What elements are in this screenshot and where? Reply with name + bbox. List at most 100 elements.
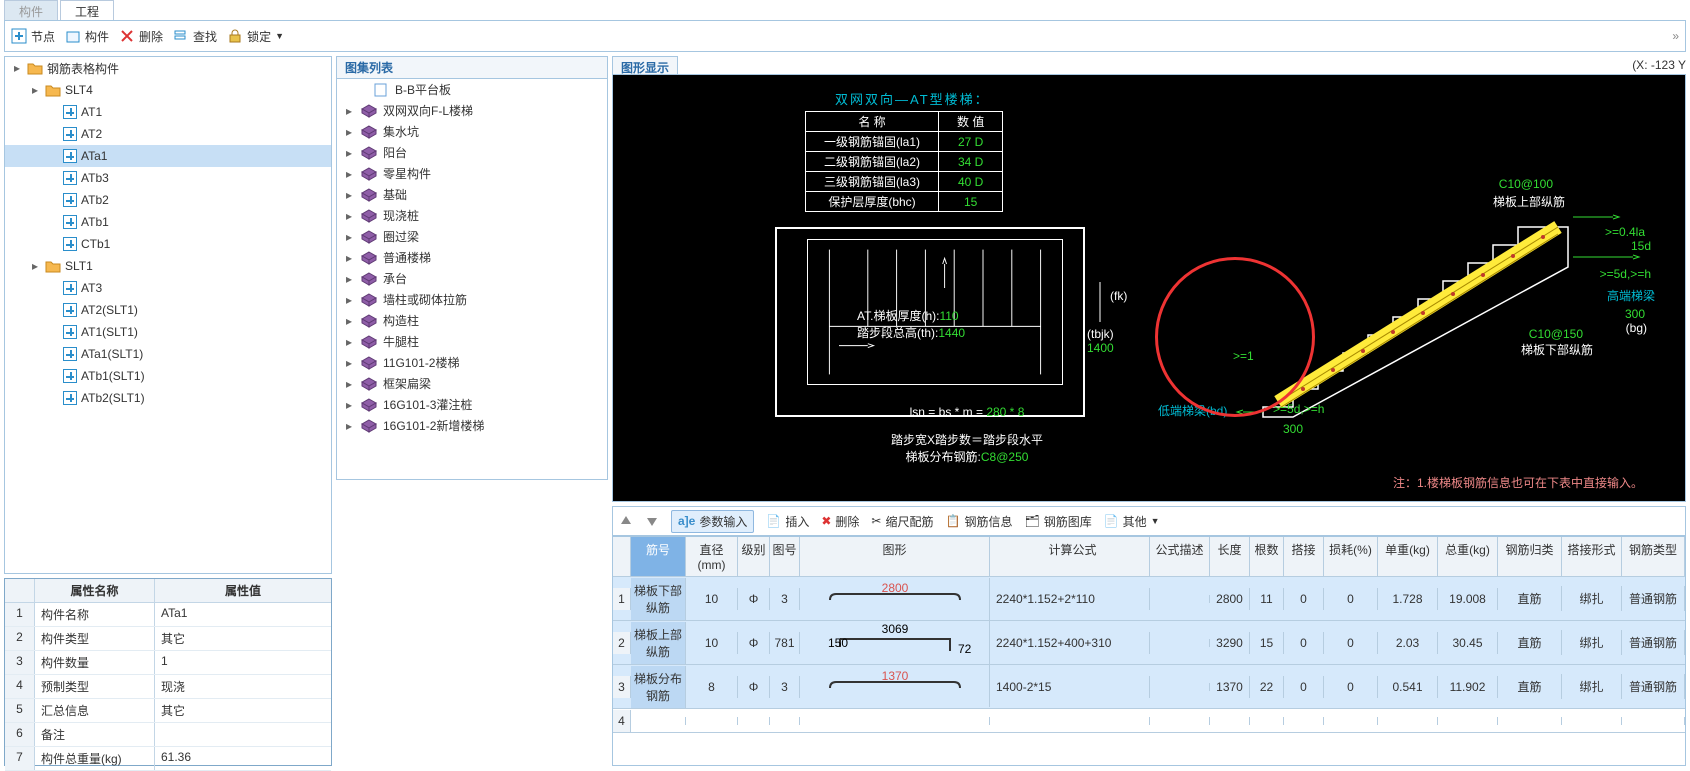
lib-item[interactable]: ▸ 承台 (337, 268, 607, 289)
chevron-collapse-icon[interactable]: » (1672, 29, 1679, 43)
caret-icon: ▸ (343, 335, 355, 349)
table-row[interactable]: 3 梯板分布钢筋 8 Φ 3 1370 1400-2*15 137022 00 … (613, 665, 1685, 709)
prop-row[interactable]: 7构件总重量(kg)61.36 (5, 747, 331, 771)
lib-item[interactable]: ▸ 双网双向F-L楼梯 (337, 100, 607, 121)
caret-icon: ▸ (11, 61, 23, 75)
table-row[interactable]: 2 梯板上部纵筋 10 Φ 781 3069 15072 2240*1.152+… (613, 621, 1685, 665)
other-button[interactable]: 📄其他▼ (1104, 513, 1160, 530)
lock-button[interactable]: 锁定 ▼ (227, 28, 284, 45)
tree-item[interactable]: AT1 (5, 101, 331, 123)
rebar-shape-icon: 2800 (800, 578, 990, 619)
tree-group-slt4[interactable]: ▸ SLT4 (5, 79, 331, 101)
lib-item-label: 16G101-3灌注桩 (383, 396, 472, 413)
tree-item[interactable]: ATb1 (5, 211, 331, 233)
lib-item[interactable]: ▸ 普通楼梯 (337, 247, 607, 268)
tree-item-label: ATb3 (81, 171, 109, 185)
find-button[interactable]: 查找 (173, 28, 217, 45)
insert-button[interactable]: 📄插入 (766, 513, 809, 530)
node-icon (63, 369, 77, 383)
rb-delete-button[interactable]: ✖删除 (821, 513, 859, 530)
tree-item-label: AT1 (81, 105, 102, 119)
table-row[interactable]: 1 梯板下部纵筋 10 Φ 3 2800 2240*1.152+2*110 28… (613, 577, 1685, 621)
prop-header-name: 属性名称 (35, 579, 155, 602)
cad-param-table: 名 称数 值 一级钢筋锚固(la1)27 D 二级钢筋锚固(la2)34 D 三… (805, 111, 1003, 212)
lib-item[interactable]: ▸ 圈过梁 (337, 226, 607, 247)
node-icon (63, 237, 77, 251)
tree-item[interactable]: ATb2(SLT1) (5, 387, 331, 409)
tab-project[interactable]: 工程 (60, 0, 114, 20)
ale-icon: a]e (678, 514, 695, 528)
caret-icon: ▸ (343, 251, 355, 265)
rebar-table[interactable]: 筋号 直径(mm)级别 图号图形 计算公式公式描述 长度根数 搭接损耗(%) 单… (612, 536, 1686, 766)
folder-icon (45, 258, 61, 274)
lib-item-label: 普通楼梯 (383, 249, 431, 266)
cube-icon (361, 230, 377, 244)
rebar-info-button[interactable]: 📋钢筋信息 (945, 513, 1012, 530)
lib-item-label: 现浇桩 (383, 207, 419, 224)
tree-item[interactable]: AT2 (5, 123, 331, 145)
page-icon: 📄 (1104, 514, 1119, 528)
lib-item[interactable]: ▸ 现浇桩 (337, 205, 607, 226)
prop-row[interactable]: 6备注 (5, 723, 331, 747)
rebar-shape-icon: 1370 (800, 666, 990, 707)
node-icon (63, 215, 77, 229)
rebar-lib-button[interactable]: 🗂钢筋图库 (1024, 513, 1091, 530)
lib-item[interactable]: ▸ 零星构件 (337, 163, 607, 184)
nav-down-button[interactable] (645, 514, 659, 528)
node-icon (63, 347, 77, 361)
scale-button[interactable]: ✂缩尺配筋 (871, 513, 933, 530)
tree-item[interactable]: ATa1 (5, 145, 331, 167)
tree-item[interactable]: AT3 (5, 277, 331, 299)
delete-button[interactable]: 删除 (119, 28, 163, 45)
prop-row[interactable]: 2构件类型其它 (5, 627, 331, 651)
lib-item[interactable]: B-B平台板 (337, 79, 607, 100)
tree-item-label: AT3 (81, 281, 102, 295)
tree-item-label: AT1(SLT1) (81, 325, 138, 339)
lib-item[interactable]: ▸ 阳台 (337, 142, 607, 163)
tree-item[interactable]: ATb1(SLT1) (5, 365, 331, 387)
lib-item-label: 承台 (383, 270, 407, 287)
component-tree[interactable]: ▸ 钢筋表格构件 ▸ SLT4 AT1 AT2 ATa1 A (4, 56, 332, 574)
prop-row[interactable]: 5汇总信息其它 (5, 699, 331, 723)
new-node-button[interactable]: 节点 (11, 28, 55, 45)
lib-item-label: B-B平台板 (395, 81, 451, 98)
cube-icon (361, 209, 377, 223)
svg-text:3069: 3069 (881, 623, 908, 636)
lib-item[interactable]: ▸ 牛腿柱 (337, 331, 607, 352)
prop-row[interactable]: 4预制类型现浇 (5, 675, 331, 699)
prop-row[interactable]: 1构件名称ATa1 (5, 603, 331, 627)
tree-item[interactable]: CTb1 (5, 233, 331, 255)
lib-item[interactable]: ▸ 构造柱 (337, 310, 607, 331)
table-row[interactable]: 4 (613, 709, 1685, 733)
tree-root[interactable]: ▸ 钢筋表格构件 (5, 57, 331, 79)
lib-item[interactable]: ▸ 墙柱或砌体拉筋 (337, 289, 607, 310)
tbjk-label: (tbjk)1400 (1087, 327, 1114, 355)
nav-up-button[interactable] (619, 514, 633, 528)
tree-item[interactable]: AT2(SLT1) (5, 299, 331, 321)
lib-item[interactable]: ▸ 集水坑 (337, 121, 607, 142)
lib-item[interactable]: ▸ 16G101-3灌注桩 (337, 394, 607, 415)
lib-item[interactable]: ▸ 基础 (337, 184, 607, 205)
lock-label: 锁定 (247, 28, 271, 45)
cube-icon (361, 377, 377, 391)
lib-item-label: 框架扁梁 (383, 375, 431, 392)
tree-group-slt1[interactable]: ▸ SLT1 (5, 255, 331, 277)
new-component-button[interactable]: 构件 (65, 28, 109, 45)
lib-item[interactable]: ▸ 框架扁梁 (337, 373, 607, 394)
lib-item[interactable]: ▸ 11G101-2楼梯 (337, 352, 607, 373)
param-input-button[interactable]: a]e 参数输入 (671, 510, 754, 533)
tree-item-label: ATb2 (81, 193, 109, 207)
tree-item[interactable]: ATb2 (5, 189, 331, 211)
cad-viewport[interactable]: 双网双向—AT型楼梯： 名 称数 值 一级钢筋锚固(la1)27 D 二级钢筋锚… (612, 74, 1686, 502)
rebar-grade-icon: Φ (749, 680, 759, 694)
tree-item[interactable]: ATb3 (5, 167, 331, 189)
lib-item[interactable]: ▸ 16G101-2新增楼梯 (337, 415, 607, 436)
lib-item-label: 牛腿柱 (383, 333, 419, 350)
tree-group-label: SLT1 (65, 259, 93, 273)
tree-item[interactable]: ATa1(SLT1) (5, 343, 331, 365)
tree-item-label: CTb1 (81, 237, 110, 251)
library-panel[interactable]: B-B平台板 ▸ 双网双向F-L楼梯 ▸ 集水坑 ▸ 阳台 ▸ 零星构件 ▸ 基… (336, 78, 608, 480)
tree-item[interactable]: AT1(SLT1) (5, 321, 331, 343)
prop-row[interactable]: 3构件数量1 (5, 651, 331, 675)
tab-component[interactable]: 构件 (4, 0, 58, 20)
